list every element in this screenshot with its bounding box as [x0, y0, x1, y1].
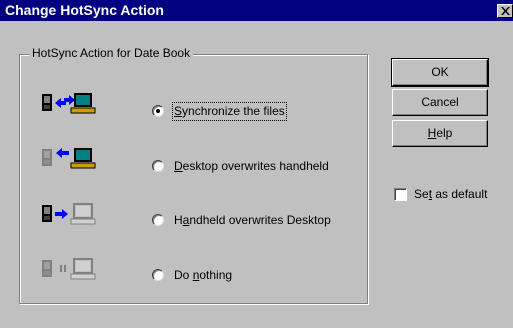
set-as-default-label[interactable]: Set as default [414, 187, 487, 202]
radio-button-synchronize[interactable] [152, 105, 164, 117]
close-button[interactable] [497, 4, 513, 18]
window-title: Change HotSync Action [5, 2, 164, 18]
radio-label-handheld-overwrites[interactable]: Handheld overwrites Desktop [174, 213, 331, 228]
radio-label-do-nothing[interactable]: Do nothing [174, 268, 232, 283]
do-nothing-icon [42, 258, 96, 280]
radio-button-do-nothing[interactable] [152, 269, 164, 281]
desktop-to-handheld-icon [42, 148, 96, 169]
handheld-to-desktop-icon [42, 203, 96, 225]
radio-button-handheld-overwrites[interactable] [152, 214, 164, 226]
radio-label-synchronize[interactable]: Synchronize the files [172, 102, 287, 121]
ok-button[interactable]: OK [391, 58, 489, 87]
cancel-button[interactable]: Cancel [392, 89, 488, 116]
close-icon [501, 7, 510, 15]
radio-button-desktop-overwrites[interactable] [152, 160, 164, 172]
title-bar[interactable]: Change HotSync Action [0, 0, 513, 21]
sync-both-icon [42, 93, 96, 114]
radio-label-desktop-overwrites[interactable]: Desktop overwrites handheld [174, 159, 329, 174]
help-button[interactable]: Help [392, 120, 488, 147]
set-as-default-checkbox[interactable] [394, 188, 407, 201]
change-hotsync-action-dialog: Change HotSync Action HotSync Action for… [0, 0, 513, 328]
group-label: HotSync Action for Date Book [29, 46, 194, 61]
